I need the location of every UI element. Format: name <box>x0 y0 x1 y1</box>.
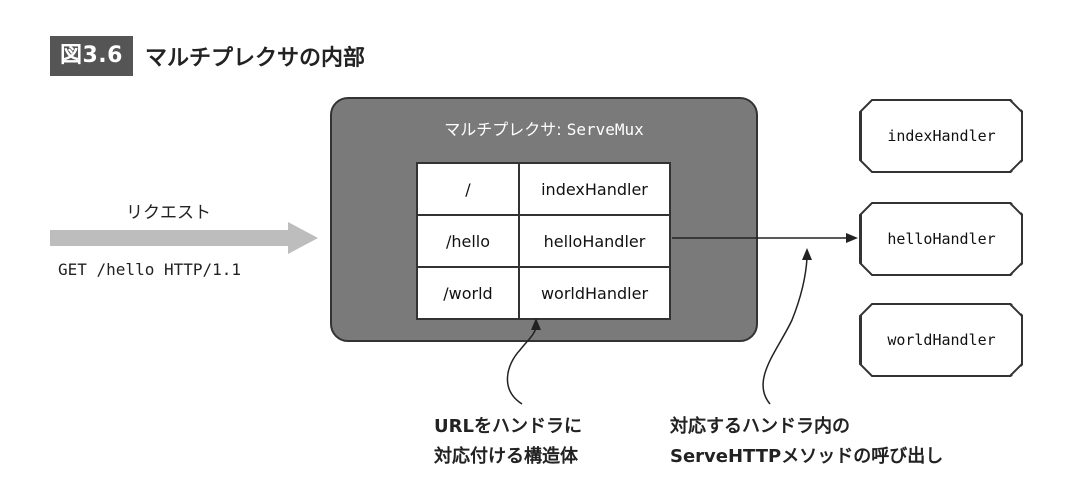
handler-outline <box>859 303 1023 377</box>
call-note-line: ServeHTTPメソッドの呼び出し <box>670 446 944 467</box>
mapping-pointer-head <box>531 318 541 330</box>
call-note-line: 対応するハンドラ内の <box>670 416 850 437</box>
request-arrow <box>50 222 318 254</box>
mapping-note-line: URLをハンドラに <box>434 416 582 437</box>
mapping-note-line: 対応付ける構造体 <box>434 446 578 467</box>
dispatch-arrowhead <box>846 233 858 243</box>
mapping-pointer <box>506 327 537 405</box>
handler-outline <box>859 99 1023 173</box>
call-note: 対応するハンドラ内の ServeHTTPメソッドの呼び出し <box>670 412 943 472</box>
mapping-note: URLをハンドラに 対応付ける構造体 <box>434 412 582 472</box>
call-pointer-head <box>802 248 812 260</box>
call-pointer <box>762 257 808 405</box>
handler-outline <box>859 202 1023 276</box>
